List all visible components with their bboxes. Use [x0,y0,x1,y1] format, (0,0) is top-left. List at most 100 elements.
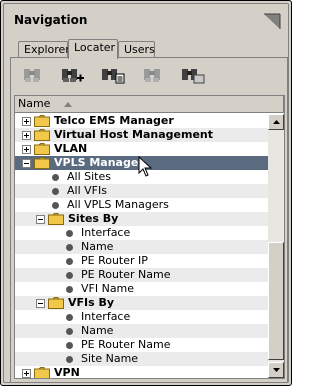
folder-icon [34,115,50,127]
tree-folder-row[interactable]: Sites By [15,212,268,226]
find-next-button[interactable] [137,63,169,87]
row-content: Telco EMS Manager [22,114,174,128]
tree-leaf-row[interactable]: PE Router Name [15,338,268,352]
row-content: PE Router Name [66,338,170,352]
row-label: All VFIs [67,184,107,197]
panel-title: Navigation [14,13,88,27]
sort-ascending-icon [63,101,72,107]
tree-folder-row[interactable]: VPN [15,366,268,378]
row-label: All VPLS Managers [67,198,169,211]
bullet-icon [66,229,73,237]
row-content: Virtual Host Management [22,128,213,142]
row-content: Name [66,240,113,254]
row-label: Name [81,240,114,253]
tab-users-label: Users [124,43,155,56]
scroll-up-icon [272,120,280,124]
row-label: PE Router IP [81,254,148,267]
row-label: Interface [81,310,131,323]
vertical-scrollbar[interactable] [268,114,284,378]
row-label: Sites By [68,212,119,225]
find-button[interactable] [17,63,49,87]
tree-folder-row[interactable]: Virtual Host Management [15,128,268,142]
tree-leaf-row[interactable]: All VPLS Managers [15,198,268,212]
tree-leaf-row[interactable]: Interface [15,310,268,324]
row-content: Site Name [66,352,138,366]
tree-folder-row[interactable]: Telco EMS Manager [15,114,268,128]
find-add-button[interactable] [57,63,89,87]
row-content: Name [66,324,113,338]
bullet-icon [52,201,59,209]
folder-icon [48,297,64,309]
collapse-minus-icon[interactable] [22,158,31,168]
tree-folder-row[interactable]: VPLS Manager [15,156,268,170]
bullet-icon [66,271,73,279]
locater-tab-body: Name Telco EMS Manager Virtual Host Manag… [10,57,288,383]
tab-locater[interactable]: Locater [68,39,118,59]
collapse-minus-icon[interactable] [36,214,45,224]
column-header-label: Name [18,97,51,110]
bullet-icon [66,341,73,349]
expand-plus-icon[interactable] [22,116,31,126]
row-label: VLAN [54,142,88,155]
row-label: VFI Name [81,282,135,295]
tree-leaf-row[interactable]: All Sites [15,170,268,184]
bullet-icon [66,257,73,265]
tree-folder-row[interactable]: VLAN [15,142,268,156]
expand-plus-icon[interactable] [22,144,31,154]
binoculars-add-icon [62,69,84,82]
binoculars-next-icon [144,69,160,82]
row-label: VFIs By [68,296,115,309]
collapse-panel-icon[interactable] [263,12,281,30]
row-content: PE Router Name [66,268,170,282]
tree-leaf-row[interactable]: PE Router IP [15,254,268,268]
scroll-down-icon [272,368,280,372]
folder-icon [34,157,50,169]
navigation-panel-inner: Navigation Explorer Locater Users Name T… [3,3,289,383]
row-label: PE Router Name [81,268,171,281]
row-label: Telco EMS Manager [54,114,174,127]
find-folder-button[interactable] [177,63,209,87]
tree-leaf-row[interactable]: Name [15,324,268,338]
scroll-thumb[interactable] [268,242,284,360]
row-label: VPN [54,366,80,378]
tree-leaf-row[interactable]: All VFIs [15,184,268,198]
collapse-minus-icon[interactable] [36,298,45,308]
scroll-up-button[interactable] [268,114,284,130]
expand-plus-icon[interactable] [22,130,31,140]
bullet-icon [66,285,73,293]
row-label: Name [81,324,114,337]
bullet-icon [66,313,73,321]
row-content: All VPLS Managers [52,198,169,212]
scroll-down-button[interactable] [268,362,284,378]
bullet-icon [66,355,73,363]
row-label: Site Name [81,352,139,365]
tree-leaf-row[interactable]: Name [15,240,268,254]
toolbar [17,63,209,89]
row-content: Sites By [36,212,118,226]
tab-locater-label: Locater [74,41,116,54]
row-label: Interface [81,226,131,239]
tab-explorer[interactable]: Explorer [18,41,70,58]
tree-folder-row[interactable]: VFIs By [15,296,268,310]
tree-leaf-row[interactable]: Site Name [15,352,268,366]
row-content: VPN [22,366,80,378]
tree-rows: Telco EMS Manager Virtual Host Management… [15,114,268,378]
tree-leaf-row[interactable]: VFI Name [15,282,268,296]
bullet-icon [52,173,59,181]
row-label: VPLS Manager [54,156,144,169]
row-content: VFIs By [36,296,114,310]
bullet-icon [66,243,73,251]
tree-leaf-row[interactable]: Interface [15,226,268,240]
navigation-panel: Navigation Explorer Locater Users Name T… [0,0,292,386]
tree-leaf-row[interactable]: PE Router Name [15,268,268,282]
expand-plus-icon[interactable] [22,368,31,378]
tree-list: Name Telco EMS Manager Virtual Host Manag… [14,95,285,379]
row-content: VFI Name [66,282,134,296]
folder-icon [34,129,50,141]
column-header-name[interactable]: Name [15,96,284,112]
row-content: All Sites [52,170,111,184]
tab-users[interactable]: Users [118,41,155,58]
row-content: All VFIs [52,184,107,198]
row-label: Virtual Host Management [54,128,213,141]
find-list-button[interactable] [97,63,129,87]
